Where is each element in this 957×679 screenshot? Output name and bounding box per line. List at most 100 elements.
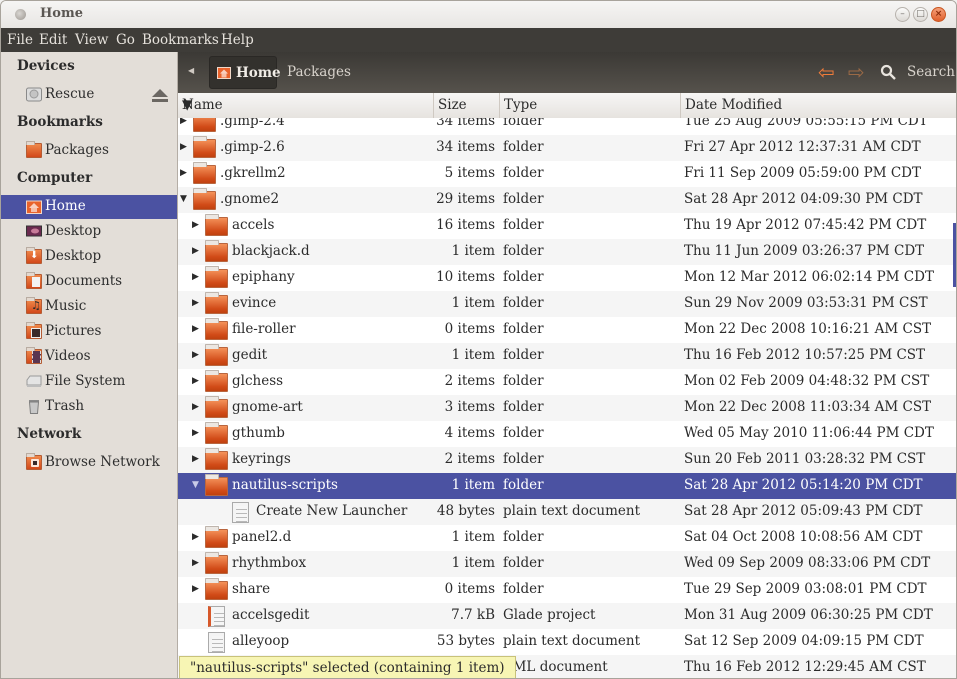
menu-edit[interactable]: Edit bbox=[39, 32, 67, 48]
breadcrumb-packages[interactable]: Packages bbox=[287, 64, 351, 80]
expander-collapsed-icon[interactable]: ▶ bbox=[192, 246, 199, 256]
expander-collapsed-icon[interactable]: ▶ bbox=[192, 558, 199, 568]
sidebar-heading-network: Network bbox=[17, 426, 82, 442]
file-date-modified: Mon 22 Dec 2008 10:16:21 AM CST bbox=[684, 321, 932, 337]
window-menu-icon[interactable] bbox=[15, 9, 26, 20]
file-row[interactable]: ▶ .gkrellm2 5 items folder Fri 11 Sep 2009 0… bbox=[178, 161, 956, 187]
expander-collapsed-icon[interactable]: ▶ bbox=[180, 142, 187, 152]
file-size: 34 items bbox=[436, 118, 495, 129]
sidebar-item-documents[interactable]: Documents bbox=[1, 270, 177, 294]
expander-collapsed-icon[interactable]: ▶ bbox=[192, 350, 199, 360]
file-row[interactable]: ▶ .gimp-2.4 34 items folder Tue 25 Aug 2009 … bbox=[178, 118, 956, 135]
back-arrow-icon[interactable]: ⇦ bbox=[818, 62, 835, 82]
menu-bookmarks[interactable]: Bookmarks bbox=[142, 32, 219, 48]
expander-collapsed-icon[interactable]: ▶ bbox=[192, 272, 199, 282]
file-row[interactable]: ▶ accels 16 items folder Thu 19 Apr 2012 07:… bbox=[178, 213, 956, 239]
search-button-label[interactable]: Search bbox=[907, 64, 955, 80]
file-date-modified: Tue 29 Sep 2009 03:08:01 PM CDT bbox=[684, 581, 927, 597]
breadcrumb-scroll-left-icon[interactable]: ◀ bbox=[188, 66, 194, 75]
file-name: file-roller bbox=[232, 321, 296, 337]
file-row[interactable]: ▼ .gnome2 29 items folder Sat 28 Apr 2012 04… bbox=[178, 187, 956, 213]
expander-collapsed-icon[interactable]: ▶ bbox=[192, 402, 199, 412]
file-row[interactable]: ▶ gthumb 4 items folder Wed 05 May 2010 11:0… bbox=[178, 421, 956, 447]
sidebar-item-label: Rescue bbox=[45, 86, 95, 102]
maximize-button[interactable]: □ bbox=[913, 7, 928, 22]
folder-icon bbox=[193, 188, 216, 210]
file-row[interactable]: alleyoop 53 bytes plain text document Sat 1… bbox=[178, 629, 956, 655]
forward-arrow-icon[interactable]: ⇨ bbox=[848, 62, 865, 82]
sidebar-item-pictures[interactable]: Pictures bbox=[1, 320, 177, 344]
search-icon[interactable] bbox=[880, 64, 896, 80]
column-header-name[interactable]: Name ▼ bbox=[178, 93, 434, 118]
expander-expanded-icon[interactable]: ▼ bbox=[192, 480, 199, 490]
expander-collapsed-icon[interactable]: ▶ bbox=[192, 376, 199, 386]
file-row[interactable]: ▶ share 0 items folder Tue 29 Sep 2009 03:08… bbox=[178, 577, 956, 603]
scrollbar-thumb[interactable] bbox=[953, 223, 956, 287]
menu-view[interactable]: View bbox=[75, 32, 108, 48]
file-size: 4 items bbox=[444, 425, 495, 441]
location-toolbar: ◀ Home Packages ⇦ ⇨ Search bbox=[178, 52, 956, 93]
file-row[interactable]: ▼ nautilus-scripts 1 item folder Sat 28 Apr … bbox=[178, 473, 956, 499]
file-row[interactable]: Create New Launcher 48 bytes plain text do… bbox=[178, 499, 956, 525]
menu-file[interactable]: File bbox=[7, 32, 33, 48]
file-row[interactable]: ▶ .gimp-2.6 34 items folder Fri 27 Apr 2012 … bbox=[178, 135, 956, 161]
folder-icon bbox=[205, 266, 228, 288]
column-header-size[interactable]: Size bbox=[434, 93, 500, 118]
file-date-modified: Wed 05 May 2010 11:06:44 PM CDT bbox=[684, 425, 934, 441]
file-type: folder bbox=[503, 321, 544, 337]
column-header-date-modified[interactable]: Date Modified bbox=[681, 93, 956, 118]
close-button[interactable]: × bbox=[931, 7, 946, 22]
file-row[interactable]: ▶ evince 1 item folder Sun 29 Nov 2009 03:53… bbox=[178, 291, 956, 317]
file-date-modified: Sat 28 Apr 2012 05:14:20 PM CDT bbox=[684, 477, 923, 493]
sidebar-item-music[interactable]: ♫ Music bbox=[1, 295, 177, 319]
file-size: 3 items bbox=[444, 399, 495, 415]
file-row[interactable]: accelsgedit 7.7 kB Glade project Mon 31 Aug… bbox=[178, 603, 956, 629]
file-row[interactable]: ▶ keyrings 2 items folder Sun 20 Feb 2011 03… bbox=[178, 447, 956, 473]
file-name: nautilus-scripts bbox=[232, 477, 338, 493]
file-row[interactable]: ▶ blackjack.d 1 item folder Thu 11 Jun 2009 … bbox=[178, 239, 956, 265]
file-row[interactable]: ▶ file-roller 0 items folder Mon 22 Dec 2008… bbox=[178, 317, 956, 343]
file-row[interactable]: ▶ gedit 1 item folder Thu 16 Feb 2012 10:57:… bbox=[178, 343, 956, 369]
expander-collapsed-icon[interactable]: ▶ bbox=[192, 220, 199, 230]
sidebar-item-trash[interactable]: Trash bbox=[1, 395, 177, 419]
menu-help[interactable]: Help bbox=[221, 32, 254, 48]
file-date-modified: Sat 28 Apr 2012 04:09:30 PM CDT bbox=[684, 191, 923, 207]
file-row[interactable]: ▶ glchess 2 items folder Mon 02 Feb 2009 04:… bbox=[178, 369, 956, 395]
file-date-modified: Thu 19 Apr 2012 07:45:42 PM CDT bbox=[684, 217, 927, 233]
sidebar-item-home[interactable]: Home bbox=[1, 195, 177, 219]
sidebar-item-file-system[interactable]: File System bbox=[1, 370, 177, 394]
expander-collapsed-icon[interactable]: ▶ bbox=[192, 584, 199, 594]
file-row[interactable]: ▶ panel2.d 1 item folder Sat 04 Oct 2008 10:… bbox=[178, 525, 956, 551]
sidebar-item-packages[interactable]: Packages bbox=[1, 139, 177, 163]
file-type: folder bbox=[503, 399, 544, 415]
file-name: Create New Launcher bbox=[256, 503, 408, 519]
expander-collapsed-icon[interactable]: ▶ bbox=[192, 454, 199, 464]
breadcrumb-home[interactable]: Home bbox=[209, 56, 281, 89]
file-row[interactable]: ▶ gnome-art 3 items folder Mon 22 Dec 2008 1… bbox=[178, 395, 956, 421]
file-name: gthumb bbox=[232, 425, 285, 441]
places-sidebar: Devices Rescue Bookmarks Packages Comput… bbox=[1, 52, 178, 678]
sidebar-item-downloads[interactable]: ⬇ Desktop bbox=[1, 245, 177, 269]
file-date-modified: Tue 25 Aug 2009 05:55:15 PM CDT bbox=[684, 118, 928, 129]
file-name: panel2.d bbox=[232, 529, 292, 545]
expander-collapsed-icon[interactable]: ▶ bbox=[192, 324, 199, 334]
sidebar-item-rescue[interactable]: Rescue bbox=[1, 83, 177, 107]
sidebar-item-browse-network[interactable]: Browse Network bbox=[1, 451, 177, 475]
file-size: 1 item bbox=[451, 243, 495, 259]
folder-icon bbox=[26, 141, 42, 158]
sidebar-item-videos[interactable]: Videos bbox=[1, 345, 177, 369]
expander-collapsed-icon[interactable]: ▶ bbox=[180, 168, 187, 178]
file-row[interactable]: ▶ epiphany 10 items folder Mon 12 Mar 2012 0… bbox=[178, 265, 956, 291]
expander-collapsed-icon[interactable]: ▶ bbox=[180, 118, 187, 126]
expander-collapsed-icon[interactable]: ▶ bbox=[192, 298, 199, 308]
eject-icon[interactable] bbox=[152, 89, 168, 103]
expander-collapsed-icon[interactable]: ▶ bbox=[192, 428, 199, 438]
expander-expanded-icon[interactable]: ▼ bbox=[180, 194, 187, 204]
menu-go[interactable]: Go bbox=[116, 32, 135, 48]
file-row[interactable]: ▶ rhythmbox 1 item folder Wed 09 Sep 2009 08… bbox=[178, 551, 956, 577]
file-name: .gnome2 bbox=[220, 191, 280, 207]
minimize-button[interactable]: – bbox=[895, 7, 910, 22]
expander-collapsed-icon[interactable]: ▶ bbox=[192, 532, 199, 542]
sidebar-item-desktop[interactable]: Desktop bbox=[1, 220, 177, 244]
column-header-type[interactable]: Type bbox=[500, 93, 681, 118]
